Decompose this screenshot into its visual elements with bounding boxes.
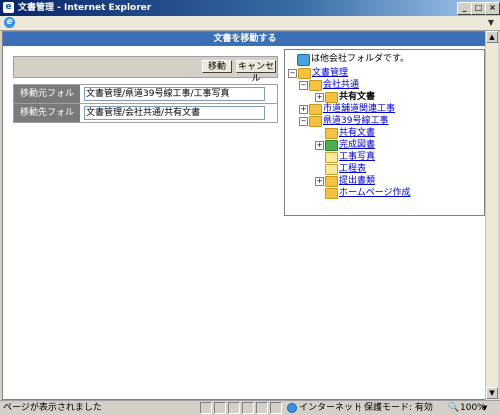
tree-item-label[interactable]: 会社共通 bbox=[323, 79, 359, 91]
cancel-button[interactable]: キャンセル bbox=[236, 60, 276, 84]
tree-item-homepage[interactable]: ホームページ作成 bbox=[314, 187, 482, 199]
folder-document-icon bbox=[325, 164, 338, 175]
ie-document-icon: e bbox=[3, 2, 14, 13]
dest-folder-label: 移動先フォルダ bbox=[14, 104, 80, 136]
tree-item-label[interactable]: 工事写真 bbox=[339, 151, 375, 163]
dest-folder-field[interactable]: 文書管理/会社共通/共有文書 bbox=[84, 106, 265, 120]
tree-item-route39-works[interactable]: − 県道39号線工事 bbox=[298, 115, 482, 127]
status-cell bbox=[214, 402, 226, 414]
minimize-button[interactable]: _ bbox=[457, 2, 472, 15]
zoom-dropdown-icon[interactable]: ▼ bbox=[482, 401, 487, 415]
tree-item-schedule[interactable]: 工程表 bbox=[314, 163, 482, 175]
folder-open-icon bbox=[325, 92, 338, 103]
folder-icon bbox=[325, 188, 338, 199]
status-cell bbox=[270, 402, 282, 414]
browser-toolbar: e ▼ bbox=[0, 16, 500, 31]
source-folder-row: 移動元フォルダ 文書管理/県道39号線工事/工事写真 bbox=[13, 84, 278, 117]
tree-item-company-common[interactable]: − 会社共通 bbox=[298, 79, 482, 91]
folder-green-icon bbox=[325, 140, 338, 151]
folder-tree: は他会社フォルダです。 − 文書管理 − 会社共通 + 共有文書 + 市道舗道関… bbox=[284, 49, 485, 216]
tree-item-label[interactable]: 市道舗道関連工事 bbox=[323, 103, 395, 115]
page-content: 文書を移動する 移動 キャンセル 移動元フォルダ 文書管理/県道39号線工事/工… bbox=[2, 31, 488, 400]
move-form: 移動 キャンセル 移動元フォルダ 文書管理/県道39号線工事/工事写真 移動先フ… bbox=[11, 53, 278, 153]
tree-item-submission-docs[interactable]: + 提出書類 bbox=[314, 175, 482, 187]
tree-item-city-road-works[interactable]: + 市道舗道関連工事 bbox=[298, 103, 482, 115]
folder-icon bbox=[309, 104, 322, 115]
folder-document-icon bbox=[325, 152, 338, 163]
tree-item-label[interactable]: 文書管理 bbox=[312, 67, 348, 79]
tree-item-label[interactable]: 提出書類 bbox=[339, 175, 375, 187]
page-title: 文書を移動する bbox=[3, 32, 487, 46]
status-cell bbox=[256, 402, 268, 414]
status-separator: | bbox=[358, 403, 362, 413]
status-cell bbox=[200, 402, 212, 414]
window-title: 文書管理 - Internet Explorer bbox=[18, 3, 152, 13]
folder-icon bbox=[325, 128, 338, 139]
tree-legend-label: は他会社フォルダです。 bbox=[311, 54, 410, 64]
expand-icon[interactable]: + bbox=[315, 177, 324, 186]
internet-globe-icon bbox=[287, 403, 297, 413]
tree-item-completion-docs[interactable]: + 完成図書 bbox=[314, 139, 482, 151]
tree-item-label[interactable]: 県道39号線工事 bbox=[323, 115, 388, 127]
dest-folder-row: 移動先フォルダ 文書管理/会社共通/共有文書 bbox=[13, 103, 278, 136]
folder-icon bbox=[309, 80, 322, 91]
expand-icon[interactable]: + bbox=[299, 105, 308, 114]
tree-item-label[interactable]: 共有文書 bbox=[339, 91, 375, 103]
close-button[interactable]: × bbox=[485, 2, 500, 15]
status-cell bbox=[228, 402, 240, 414]
tree-item-label[interactable]: 共有文書 bbox=[339, 127, 375, 139]
expand-icon[interactable]: + bbox=[315, 141, 324, 150]
folder-icon bbox=[309, 116, 322, 127]
tree-item-label[interactable]: 工程表 bbox=[339, 163, 366, 175]
window-titlebar: e 文書管理 - Internet Explorer _ □ × bbox=[0, 0, 500, 16]
tree-item-shared-docs[interactable]: 共有文書 bbox=[314, 127, 482, 139]
zoom-icon[interactable]: 🔍 bbox=[448, 401, 459, 415]
tree-item-construction-photos[interactable]: 工事写真 bbox=[314, 151, 482, 163]
collapse-icon[interactable]: − bbox=[299, 117, 308, 126]
maximize-button[interactable]: □ bbox=[471, 2, 486, 15]
status-cell bbox=[242, 402, 254, 414]
ie-logo-icon[interactable]: e bbox=[4, 17, 15, 28]
vertical-scrollbar[interactable]: ▲ ▼ bbox=[485, 31, 498, 400]
tree-item-document-management[interactable]: − 文書管理 bbox=[287, 67, 482, 79]
source-folder-field[interactable]: 文書管理/県道39号線工事/工事写真 bbox=[84, 87, 265, 101]
collapse-icon[interactable]: − bbox=[299, 81, 308, 90]
other-company-folder-icon bbox=[297, 54, 310, 66]
collapse-icon[interactable]: − bbox=[288, 69, 297, 78]
chevron-down-icon[interactable]: ▼ bbox=[488, 18, 494, 27]
scroll-up-icon[interactable]: ▲ bbox=[486, 31, 498, 43]
zone-label: インターネット bbox=[299, 403, 363, 413]
button-row: 移動 キャンセル bbox=[13, 56, 278, 84]
folder-icon bbox=[325, 176, 338, 187]
expand-icon[interactable]: + bbox=[315, 93, 324, 102]
move-button[interactable]: 移動 bbox=[202, 60, 232, 73]
status-bar: ページが表示されました インターネット | 保護モード: 有効 🔍 100% ▼ bbox=[0, 400, 500, 415]
folder-icon bbox=[298, 68, 311, 79]
source-folder-label: 移動元フォルダ bbox=[14, 85, 80, 117]
tree-item-shared-docs-selected[interactable]: + 共有文書 bbox=[314, 91, 482, 103]
tree-item-label[interactable]: 完成図書 bbox=[339, 139, 375, 151]
status-text: ページが表示されました bbox=[3, 403, 102, 413]
tree-item-label[interactable]: ホームページ作成 bbox=[339, 187, 411, 199]
protected-mode-label: 保護モード: 有効 bbox=[364, 403, 433, 413]
scroll-down-icon[interactable]: ▼ bbox=[486, 387, 498, 399]
